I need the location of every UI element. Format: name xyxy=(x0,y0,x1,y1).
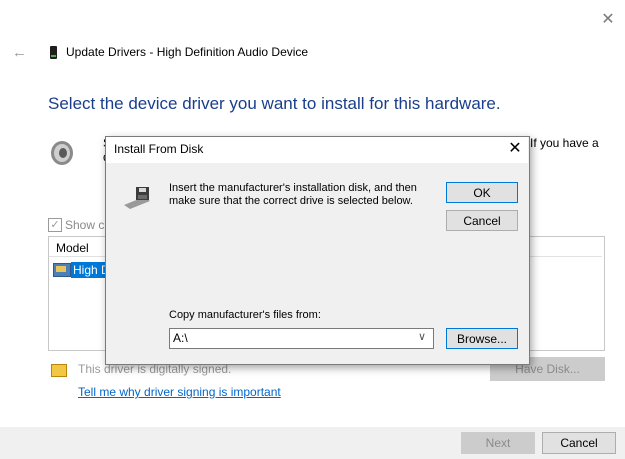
back-arrow-icon[interactable]: ← xyxy=(12,45,28,60)
driver-icon xyxy=(53,263,71,277)
path-value[interactable]: A:\ xyxy=(173,331,188,345)
wizard-close-icon[interactable]: ✕ xyxy=(600,12,616,28)
driver-signing-link[interactable]: Tell me why driver signing is important xyxy=(78,385,281,399)
dialog-message: Insert the manufacturer's installation d… xyxy=(169,182,417,207)
dialog-cancel-button[interactable]: Cancel xyxy=(446,210,518,231)
dialog-title: Install From Disk xyxy=(114,142,204,156)
description-text-right: If you have a xyxy=(530,136,599,150)
show-compatible-checkbox[interactable]: ✓ xyxy=(48,218,62,232)
model-column-header[interactable]: Model xyxy=(56,241,89,255)
show-compatible-label: Show c xyxy=(65,218,105,232)
chevron-down-icon[interactable]: ∨ xyxy=(418,330,426,343)
browse-button[interactable]: Browse... xyxy=(446,328,518,349)
wizard-cancel-button[interactable]: Cancel xyxy=(542,432,616,454)
next-button[interactable]: Next xyxy=(461,432,535,454)
speaker-icon xyxy=(51,141,73,165)
copy-from-label: Copy manufacturer's files from: xyxy=(169,309,321,321)
signed-driver-icon xyxy=(51,364,67,377)
page-heading: Select the device driver you want to ins… xyxy=(48,94,501,113)
path-combobox[interactable] xyxy=(169,328,434,349)
wizard-title: Update Drivers - High Definition Audio D… xyxy=(66,45,309,59)
dialog-close-icon[interactable]: ✕ xyxy=(505,140,525,158)
floppy-disk-icon xyxy=(124,187,150,209)
device-icon xyxy=(50,46,57,59)
ok-button[interactable]: OK xyxy=(446,182,518,203)
